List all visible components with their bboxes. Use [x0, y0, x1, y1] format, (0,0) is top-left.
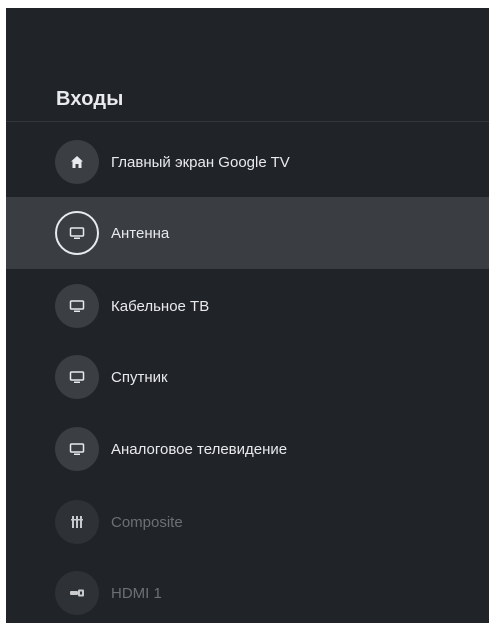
input-item-antenna[interactable]: Антенна: [6, 197, 489, 269]
panel-title: Входы: [56, 88, 124, 110]
home-icon: [55, 140, 99, 184]
input-item-label: Антенна: [111, 224, 170, 242]
input-item-label: Главный экран Google TV: [111, 153, 290, 171]
input-item-cable-tv[interactable]: Кабельное ТВ: [6, 270, 489, 342]
page: Входы Главный экран Google TV Антенна Ка…: [0, 0, 489, 623]
input-item-label: Composite: [111, 513, 183, 531]
input-item-composite[interactable]: Composite: [6, 486, 489, 558]
input-item-label: Кабельное ТВ: [111, 297, 210, 315]
hdmi-icon: [55, 571, 99, 615]
tv-icon: [55, 427, 99, 471]
input-item-label: Спутник: [111, 368, 168, 386]
input-item-analog-tv[interactable]: Аналоговое телевидение: [6, 413, 489, 485]
tv-icon: [55, 284, 99, 328]
input-item-label: Аналоговое телевидение: [111, 440, 288, 458]
tv-icon: [55, 355, 99, 399]
composite-icon: [55, 500, 99, 544]
input-item-home[interactable]: Главный экран Google TV: [6, 126, 489, 198]
inputs-panel: Входы Главный экран Google TV Антенна Ка…: [6, 8, 489, 623]
title-divider: [6, 121, 489, 122]
tv-icon: [55, 211, 99, 255]
input-item-label: HDMI 1: [111, 584, 162, 602]
input-item-hdmi-1[interactable]: HDMI 1: [6, 557, 489, 623]
input-item-satellite[interactable]: Спутник: [6, 341, 489, 413]
